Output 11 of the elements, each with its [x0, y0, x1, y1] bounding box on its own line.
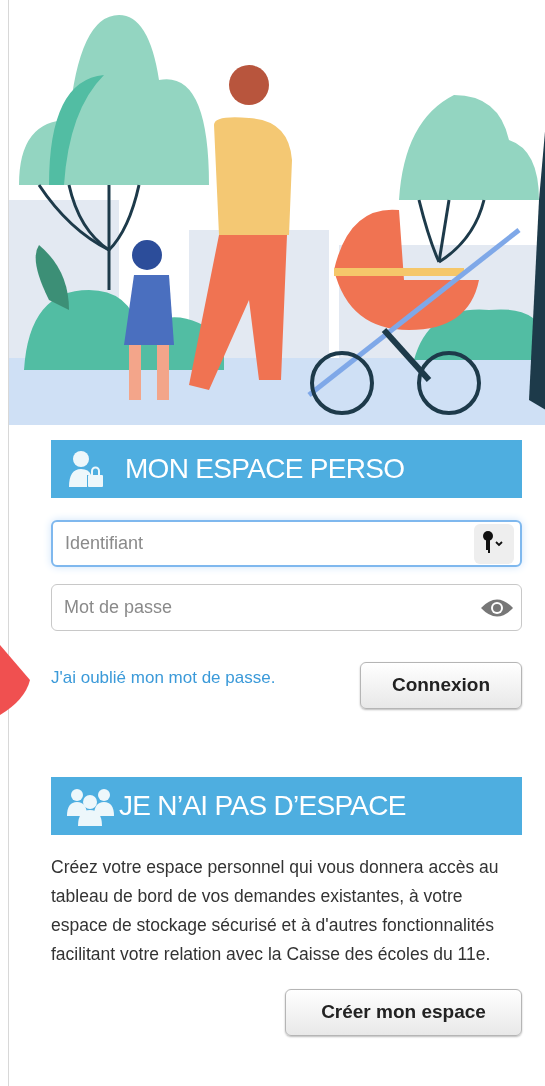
section-title: MON ESPACE PERSO	[125, 452, 405, 486]
users-icon	[67, 786, 115, 826]
key-dropdown-icon[interactable]	[474, 523, 514, 564]
pointer-arrow-icon	[0, 645, 30, 715]
login-button[interactable]: Connexion	[360, 662, 522, 709]
signup-description: Créez votre espace personnel qui vous donnera accès au tableau de bord de vos demandes existantes, à votre espace de stockage sécurisé et à d'autres fonctionnalités facilitant votre relation avec la Caisse des écoles du 11e.	[51, 856, 500, 966]
input-field[interactable]: Mot de passe	[51, 584, 522, 631]
user-lock-icon	[67, 449, 105, 489]
section-title: JE N’AI PAS D’ESPACE	[119, 789, 406, 823]
input-field[interactable]: Identifiant	[51, 520, 522, 567]
create-account-button[interactable]: Créer mon espace	[285, 989, 522, 1036]
